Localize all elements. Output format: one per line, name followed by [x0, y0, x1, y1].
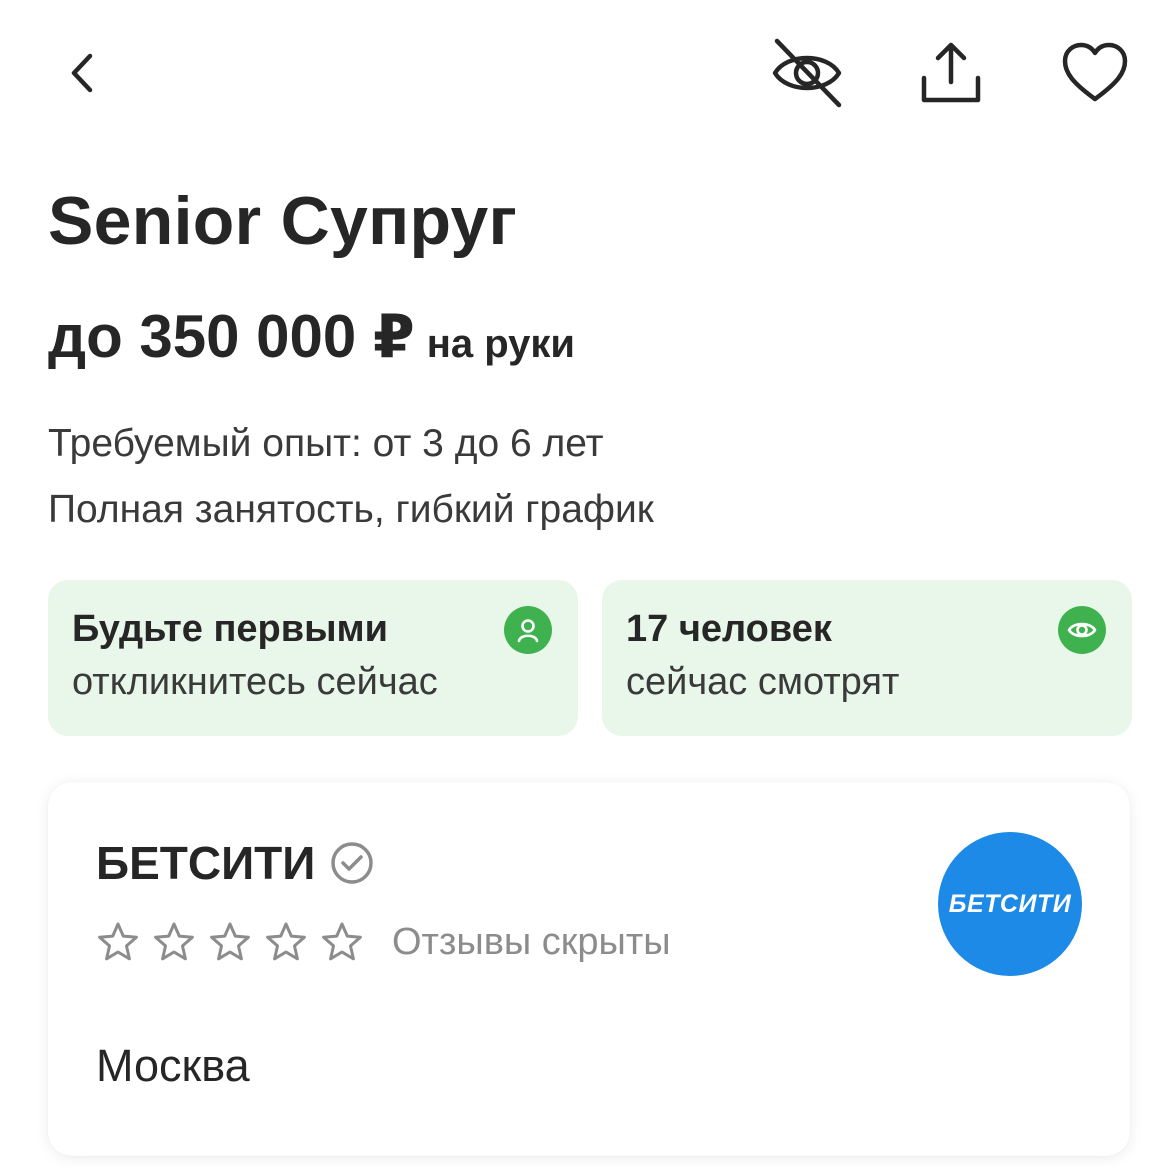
back-button[interactable]: [40, 28, 130, 118]
company-name[interactable]: БЕТСИТИ: [96, 836, 315, 890]
eye-icon: [1058, 606, 1106, 654]
viewers-card: 17 человек сейчас смотрят: [602, 580, 1132, 736]
experience-text: Требуемый опыт: от 3 до 6 лет: [48, 422, 604, 465]
star-icon: [208, 920, 252, 964]
star-icon: [152, 920, 196, 964]
star-icon: [264, 920, 308, 964]
rating-row: Отзывы скрыты: [96, 920, 671, 964]
salary-suffix: на руки: [426, 322, 575, 366]
favorite-button[interactable]: [1050, 28, 1140, 118]
company-name-row: БЕТСИТИ: [96, 836, 375, 890]
viewers-title: 17 человек: [626, 608, 832, 650]
employment-text: Полная занятость, гибкий график: [48, 488, 654, 531]
reviews-hidden-text: Отзывы скрыты: [392, 920, 671, 963]
star-icon: [320, 920, 364, 964]
chevron-left-icon: [71, 53, 93, 93]
salary-amount: до 350 000 ₽: [48, 303, 415, 370]
share-button[interactable]: [906, 28, 996, 118]
vacancy-page: Senior Супруг до 350 000 ₽ на руки Требуе…: [0, 0, 1175, 1175]
heart-icon: [1062, 42, 1128, 102]
share-upload-icon: [921, 42, 981, 103]
star-icon: [96, 920, 140, 964]
viewers-subtitle: сейчас смотрят: [626, 661, 900, 703]
company-city: Москва: [96, 1040, 250, 1091]
check-circle-icon: [329, 840, 375, 886]
hide-vacancy-button[interactable]: [762, 28, 852, 118]
company-logo-text: БЕТСИТИ: [948, 889, 1072, 918]
vacancy-title: Senior Супруг: [48, 183, 518, 259]
salary: до 350 000 ₽ на руки: [48, 302, 575, 372]
company-logo[interactable]: БЕТСИТИ: [938, 832, 1082, 976]
eye-off-icon: [772, 38, 842, 108]
be-first-subtitle: откликнитесь сейчас: [72, 661, 438, 703]
be-first-card: Будьте первыми откликнитесь сейчас: [48, 580, 578, 736]
person-icon: [504, 606, 552, 654]
rating-stars: [96, 920, 376, 964]
be-first-title: Будьте первыми: [72, 608, 389, 650]
company-card[interactable]: БЕТСИТИ Отзывы скрыты Москва БЕТСИТИ: [48, 782, 1130, 1156]
